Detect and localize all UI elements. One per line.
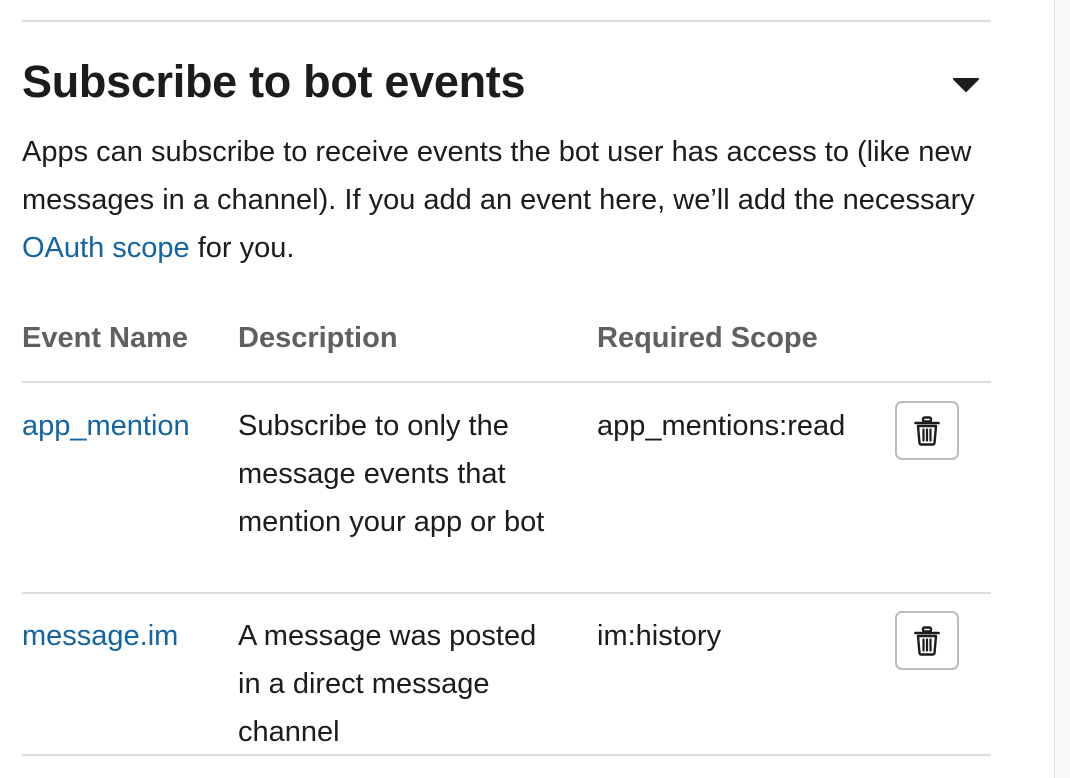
event-subscriptions-page: Subscribe to bot events Apps can subscri…: [0, 0, 1070, 778]
event-description: A message was posted in a direct message…: [238, 620, 537, 748]
event-required-scope: app_mentions:read: [597, 410, 846, 442]
event-required-scope: im:history: [597, 620, 722, 652]
description-text: Apps can subscribe to receive events the…: [22, 136, 975, 216]
event-name-link[interactable]: message.im: [22, 612, 178, 660]
caret-down-icon: [953, 78, 979, 92]
oauth-scope-link[interactable]: OAuth scope: [22, 232, 190, 264]
event-name-link[interactable]: app_mention: [22, 402, 190, 450]
section-divider: [22, 20, 991, 22]
collapse-section-button[interactable]: [948, 72, 984, 98]
remove-event-button[interactable]: [895, 401, 959, 460]
column-header-event-name: Event Name: [22, 322, 189, 354]
section-title: Subscribe to bot events: [22, 56, 526, 107]
remove-event-button[interactable]: [895, 611, 959, 670]
section-description: Apps can subscribe to receive events the…: [22, 128, 1002, 272]
trash-icon: [914, 415, 940, 446]
table-header-divider: [22, 381, 991, 383]
table-row-divider: [22, 592, 991, 594]
table-row-divider: [22, 754, 991, 756]
column-header-description: Description: [238, 322, 398, 354]
column-header-required-scope: Required Scope: [597, 322, 818, 354]
event-description: Subscribe to only the message events tha…: [238, 410, 545, 538]
trash-icon: [914, 625, 940, 656]
scrollbar-track[interactable]: [1054, 0, 1070, 778]
description-text-end: for you.: [189, 232, 295, 264]
